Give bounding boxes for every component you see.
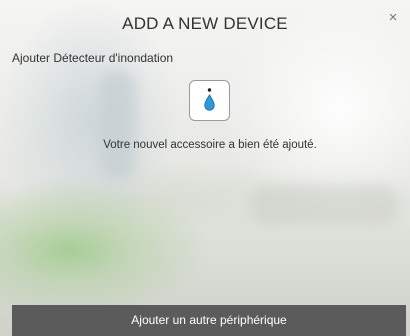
add-another-device-button[interactable]: Ajouter un autre périphérique [12,305,406,336]
background-shape [250,185,400,225]
add-device-modal: ADD A NEW DEVICE × Ajouter Détecteur d'i… [0,0,410,336]
water-drop-icon [189,80,230,121]
modal-title: ADD A NEW DEVICE [122,14,288,33]
close-icon[interactable]: × [384,9,402,27]
water-drop-icon [204,88,215,111]
device-type-label: Ajouter Détecteur d'inondation [12,51,174,65]
success-message: Votre nouvel accessoire a bien été ajout… [103,139,317,151]
background-shape [100,70,136,180]
